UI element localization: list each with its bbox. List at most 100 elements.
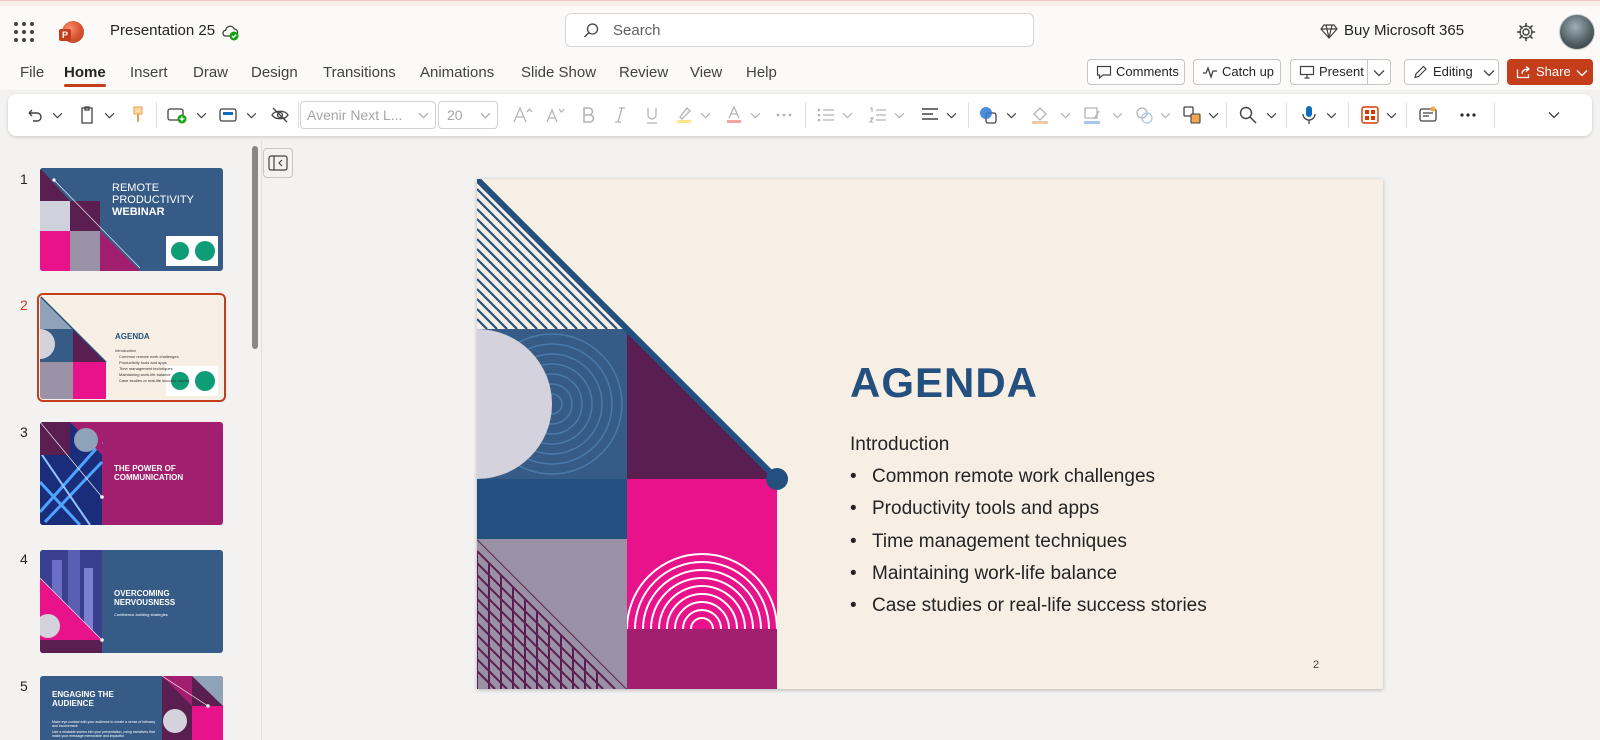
slide-number: 3 — [20, 424, 28, 440]
paste-button[interactable] — [78, 103, 115, 127]
new-slide-icon — [167, 108, 187, 124]
align-button[interactable] — [920, 103, 957, 127]
user-avatar[interactable] — [1559, 14, 1595, 50]
layout-button[interactable] — [218, 103, 257, 127]
tab-transitions[interactable]: Transitions — [323, 64, 396, 81]
italic-icon — [615, 107, 625, 123]
chevron-down-icon — [418, 112, 429, 119]
dictate-button[interactable] — [1300, 103, 1337, 127]
more-options-button[interactable] — [1458, 103, 1478, 127]
numbering-button[interactable] — [868, 103, 905, 127]
chevron-down-icon — [1386, 112, 1397, 118]
thumb-2-bullet: Case studies or real-life success storie… — [119, 378, 190, 383]
share-button[interactable]: Share — [1507, 59, 1593, 85]
tab-animations[interactable]: Animations — [420, 64, 494, 81]
settings-gear-icon[interactable] — [1515, 21, 1537, 43]
bullets-button[interactable] — [816, 103, 853, 127]
collapse-pane-button[interactable] — [263, 148, 293, 178]
thumb-3-title-line2: COMMUNICATION — [114, 473, 184, 482]
tab-draw[interactable]: Draw — [193, 64, 228, 81]
slide-thumbnail-5[interactable]: ENGAGING THE AUDIENCE Make eye contact w… — [40, 676, 223, 740]
shape-outline-button[interactable] — [1082, 103, 1123, 127]
chevron-down-icon — [52, 112, 63, 118]
tab-review[interactable]: Review — [619, 64, 668, 81]
agenda-bullet-item[interactable]: Common remote work challenges — [850, 466, 1207, 498]
shape-effects-icon — [1136, 107, 1153, 124]
thumbnail-scrollbar[interactable] — [252, 146, 258, 349]
agenda-bullet-item[interactable]: Maintaining work-life balance — [850, 563, 1207, 595]
chevron-down-icon — [946, 112, 957, 118]
hide-slide-button[interactable] — [270, 103, 290, 127]
agenda-bullet-list[interactable]: Common remote work challenges Productivi… — [850, 466, 1207, 627]
chevron-down-icon[interactable] — [1373, 69, 1385, 77]
new-slide-button[interactable] — [166, 103, 207, 127]
tab-slide-show[interactable]: Slide Show — [521, 64, 596, 81]
slide-thumbnail-2[interactable]: AGENDA Introduction Common remote work c… — [37, 293, 226, 402]
tab-insert[interactable]: Insert — [130, 64, 168, 81]
tab-design[interactable]: Design — [251, 64, 298, 81]
agenda-bullet-item[interactable]: Case studies or real-life success storie… — [850, 595, 1207, 627]
font-size-box[interactable]: 20 — [438, 101, 498, 129]
thumb-4-subtitle: Confidence-building strategies — [114, 612, 168, 617]
more-font-options-button[interactable] — [774, 103, 794, 127]
powerpoint-logo-icon[interactable]: P — [59, 21, 84, 43]
tab-view[interactable]: View — [690, 64, 722, 81]
chevron-down-icon — [1060, 112, 1071, 118]
diamond-icon — [1320, 24, 1338, 39]
chevron-down-icon — [750, 112, 761, 118]
add-ins-button[interactable] — [1418, 103, 1438, 127]
designer-button[interactable] — [1360, 103, 1397, 127]
arrange-button[interactable] — [1182, 103, 1219, 127]
add-in-icon — [1419, 106, 1437, 122]
decrease-font-button[interactable] — [545, 103, 567, 127]
search-icon — [584, 23, 599, 38]
underline-button[interactable] — [644, 103, 660, 127]
arrange-icon — [1183, 106, 1201, 124]
buy-microsoft-365-link[interactable]: Buy Microsoft 365 — [1344, 22, 1464, 39]
thumb-1-title-line2: PRODUCTIVITY — [112, 194, 194, 206]
grow-font-icon — [513, 106, 533, 123]
slide-thumbnail-3[interactable]: THE POWER OF COMMUNICATION — [40, 422, 223, 525]
bold-button[interactable] — [580, 103, 596, 127]
agenda-bullet-item[interactable]: Time management techniques — [850, 531, 1207, 563]
slide-title[interactable]: AGENDA — [850, 359, 1038, 407]
highlight-button[interactable] — [674, 103, 711, 127]
highlighter-icon — [677, 107, 691, 123]
chevron-down-icon — [480, 112, 491, 119]
undo-button[interactable] — [24, 103, 63, 127]
font-color-button[interactable] — [724, 103, 761, 127]
tab-help[interactable]: Help — [746, 64, 777, 81]
find-button[interactable] — [1238, 103, 1277, 127]
tab-file[interactable]: File — [20, 64, 44, 81]
format-painter-button[interactable] — [130, 103, 146, 127]
slide-thumbnail-4[interactable]: OVERCOMING NERVOUSNESS Confidence-buildi… — [40, 550, 223, 653]
microphone-icon — [1302, 106, 1316, 124]
catch-up-button[interactable]: Catch up — [1193, 59, 1281, 85]
shape-fill-button[interactable] — [1030, 103, 1071, 127]
bold-icon — [583, 107, 595, 123]
editing-mode-button[interactable]: Editing — [1404, 59, 1499, 85]
italic-button[interactable] — [612, 103, 628, 127]
expand-ribbon-button[interactable] — [1548, 103, 1560, 127]
slide-intro-text[interactable]: Introduction — [850, 434, 949, 456]
share-label: Share — [1536, 64, 1571, 79]
increase-font-button[interactable] — [512, 103, 534, 127]
thumb-4-title-line2: NERVOUSNESS — [114, 598, 176, 607]
current-slide[interactable]: AGENDA Introduction Common remote work c… — [477, 179, 1383, 689]
present-label: Present — [1319, 64, 1364, 79]
cloud-saved-icon[interactable] — [220, 22, 240, 42]
font-size-value: 20 — [447, 107, 463, 123]
slide-thumbnail-1[interactable]: REMOTE PRODUCTIVITY WEBINAR — [40, 168, 223, 271]
tab-home[interactable]: Home — [64, 64, 106, 87]
font-name-box[interactable]: Avenir Next L... — [300, 101, 436, 129]
agenda-bullet-item[interactable]: Productivity tools and apps — [850, 498, 1207, 530]
shape-effects-button[interactable] — [1134, 103, 1171, 127]
comments-button[interactable]: Comments — [1087, 59, 1185, 85]
search-box[interactable]: Search — [565, 13, 1034, 47]
layout-icon — [219, 108, 237, 122]
present-button[interactable]: Present — [1290, 59, 1391, 85]
eye-off-icon — [271, 107, 289, 123]
shapes-button[interactable] — [978, 103, 1017, 127]
app-launcher-icon[interactable] — [14, 22, 34, 42]
document-title[interactable]: Presentation 25 — [110, 22, 215, 39]
